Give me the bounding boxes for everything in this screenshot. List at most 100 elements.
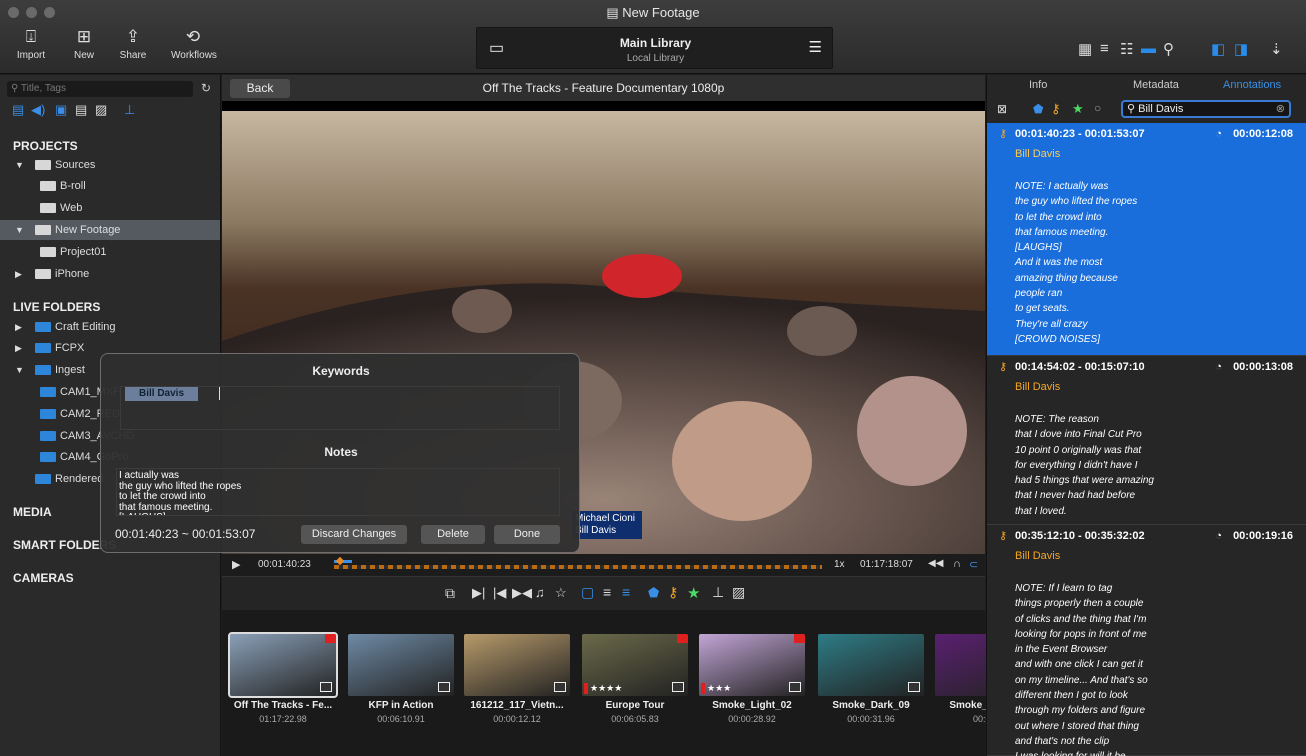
lower-third-name-2: Bill Davis — [575, 525, 617, 536]
export-icon[interactable]: ⊥ — [712, 584, 724, 601]
workflows-button[interactable]: ⟲ Workflows — [171, 26, 217, 61]
library-selector[interactable]: ▭ Main Library Local Library ☰ — [476, 27, 833, 69]
add-clip-icon[interactable]: ⧉ — [445, 585, 455, 602]
in-point-icon[interactable]: ▶| — [472, 585, 485, 601]
hierarchy-icon[interactable]: ⊥ — [124, 102, 135, 118]
sequence-filter-icon[interactable]: ▨ — [95, 102, 107, 118]
projects-header[interactable]: PROJECTS — [13, 139, 78, 153]
keyword-token[interactable]: Bill Davis — [125, 387, 199, 401]
sidebar-search-input[interactable]: ⚲ Title, Tags — [7, 81, 193, 97]
disclosure-down-icon[interactable]: ▼ — [15, 360, 24, 380]
import-icon: ⍗ — [25, 27, 37, 46]
map-pin-icon[interactable]: ⚲ — [1163, 40, 1174, 58]
playback-rate[interactable]: 1x — [834, 559, 845, 570]
film-filter-icon[interactable]: ▤ — [12, 102, 24, 118]
refresh-icon[interactable]: ↻ — [201, 81, 211, 95]
annotation-item[interactable]: ⚷ 00:14:54:02 - 00:15:07:10 00:00:13:08 ◔ Bi… — [987, 356, 1306, 525]
annotation-item[interactable]: ⚷ 00:35:12:10 - 00:35:32:02 00:00:19:16 ◔ Bi… — [987, 525, 1306, 756]
live-folders-header[interactable]: LIVE FOLDERS — [13, 300, 100, 314]
web-label: Web — [60, 202, 83, 214]
clip-thumbnail[interactable] — [464, 634, 570, 696]
disclosure-right-icon[interactable]: ▶ — [15, 317, 22, 337]
delete-button[interactable]: Delete — [421, 525, 485, 544]
sidebar-item-broll[interactable]: B-roll — [0, 176, 220, 196]
new-label: New — [73, 50, 94, 61]
film-icon — [789, 682, 801, 692]
notes-textarea[interactable]: I actually was the guy who lifted the ro… — [116, 468, 560, 516]
rate-icon[interactable]: ☆ — [555, 585, 567, 601]
disclosure-down-icon[interactable]: ▼ — [15, 220, 24, 240]
tab-metadata[interactable]: Metadata — [1133, 79, 1179, 91]
cameras-header[interactable]: CAMERAS — [13, 571, 74, 585]
clip-thumbnail[interactable] — [228, 632, 338, 698]
list-icon[interactable]: ☰ — [809, 38, 822, 56]
scrubber[interactable] — [334, 556, 822, 572]
keywords-field[interactable]: Bill Davis — [120, 386, 560, 430]
text-list-icon[interactable]: ≡ — [603, 584, 611, 600]
audio-filter-icon[interactable]: ◀) — [31, 102, 45, 118]
sidebar-item-craft-editing[interactable]: ▶ Craft Editing — [0, 317, 220, 337]
image-icon[interactable]: ▨ — [732, 584, 745, 601]
share-button[interactable]: ⇪ Share — [111, 26, 155, 61]
clip-thumbnail[interactable] — [348, 634, 454, 696]
back-button[interactable]: Back — [230, 79, 290, 98]
annotation-keyword: Bill Davis — [1015, 148, 1061, 160]
clear-search-icon[interactable]: ⊗ — [1276, 102, 1285, 116]
annotation-note: NOTE: The reason that I dove into Final … — [1015, 414, 1154, 517]
annotation-item[interactable]: ⚷ 00:01:40:23 - 00:01:53:07 00:00:12:08 ◔ Bi… — [987, 123, 1306, 356]
sidebar-item-web[interactable]: Web — [0, 198, 220, 218]
annotation-search-input[interactable]: ⚲ Bill Davis ⊗ — [1121, 100, 1291, 118]
comment-icon[interactable]: ▢ — [581, 584, 594, 601]
clip-name: KFP in Action — [368, 700, 434, 711]
detail-view-icon[interactable]: ☷ — [1120, 40, 1133, 58]
new-footage-label: New Footage — [55, 224, 121, 236]
edit-icon[interactable]: ⊠ — [997, 102, 1007, 116]
new-icon: ⊞ — [76, 27, 92, 46]
tab-info[interactable]: Info — [1029, 79, 1047, 91]
tab-annotations[interactable]: Annotations — [1223, 79, 1281, 91]
disclosure-right-icon[interactable]: ▶ — [15, 338, 22, 358]
media-header[interactable]: MEDIA — [13, 505, 52, 519]
right-panel-icon[interactable]: ◨ — [1234, 40, 1248, 58]
loop-icon[interactable]: ⊂ — [969, 558, 978, 571]
sidebar-item-sources[interactable]: ▼ Sources — [0, 155, 220, 175]
disclosure-down-icon[interactable]: ▼ — [15, 155, 24, 175]
list-view-icon[interactable]: ≡ — [1100, 40, 1109, 57]
disclosure-right-icon[interactable]: ▶ — [15, 264, 22, 284]
marker-filter-icon[interactable]: ⬟ — [1033, 102, 1043, 116]
marker-icon[interactable]: ⬟ — [648, 585, 659, 601]
list-blue-icon[interactable]: ≡ — [622, 584, 630, 600]
key-icon[interactable]: ⚷ — [668, 584, 678, 601]
new-button[interactable]: ⊞ New — [62, 26, 106, 61]
volume-icon[interactable]: ◀◀ — [928, 558, 943, 569]
current-timecode: 00:01:40:23 — [258, 559, 311, 570]
star-filter-icon[interactable]: ★ — [1072, 101, 1084, 117]
rating-stars: ★★★ — [701, 683, 731, 694]
import-button[interactable]: ⍗ Import — [9, 26, 53, 61]
image-filter-icon[interactable]: ▣ — [55, 102, 67, 118]
document-filter-icon[interactable]: ▤ — [75, 102, 87, 118]
favorite-star-icon[interactable]: ★ — [687, 584, 700, 602]
sidebar-item-new-footage[interactable]: ▼ New Footage — [0, 220, 220, 240]
previous-icon[interactable]: |◀ — [493, 585, 506, 601]
filmstrip-view-icon[interactable]: ▬ — [1141, 40, 1156, 57]
circle-filter-icon[interactable]: ○ — [1094, 101, 1101, 115]
folder-icon: ▤ — [606, 5, 623, 20]
grid-view-icon[interactable]: ▦ — [1078, 40, 1092, 58]
key-filter-icon[interactable]: ⚷ — [1051, 101, 1061, 117]
sidebar-item-iphone[interactable]: ▶ iPhone — [0, 264, 220, 284]
playhead-icon[interactable] — [335, 556, 345, 566]
range-icon[interactable]: ▶◀ — [512, 585, 532, 601]
headphones-icon[interactable]: ∩ — [953, 558, 961, 570]
play-icon[interactable]: ▶ — [232, 558, 240, 571]
discard-changes-button[interactable]: Discard Changes — [301, 525, 407, 544]
done-button[interactable]: Done — [494, 525, 560, 544]
clip-thumbnail[interactable]: ★★★ — [699, 634, 805, 696]
voice-tag-icon[interactable]: ♫ — [535, 585, 545, 600]
sort-icon[interactable]: ⇣ — [1270, 40, 1283, 58]
clip-thumbnail[interactable] — [818, 634, 924, 696]
share-label: Share — [119, 50, 147, 61]
clip-thumbnail[interactable]: ★★★★ — [582, 634, 688, 696]
left-panel-icon[interactable]: ◧ — [1211, 40, 1225, 58]
sidebar-item-project01[interactable]: Project01 — [0, 242, 220, 262]
